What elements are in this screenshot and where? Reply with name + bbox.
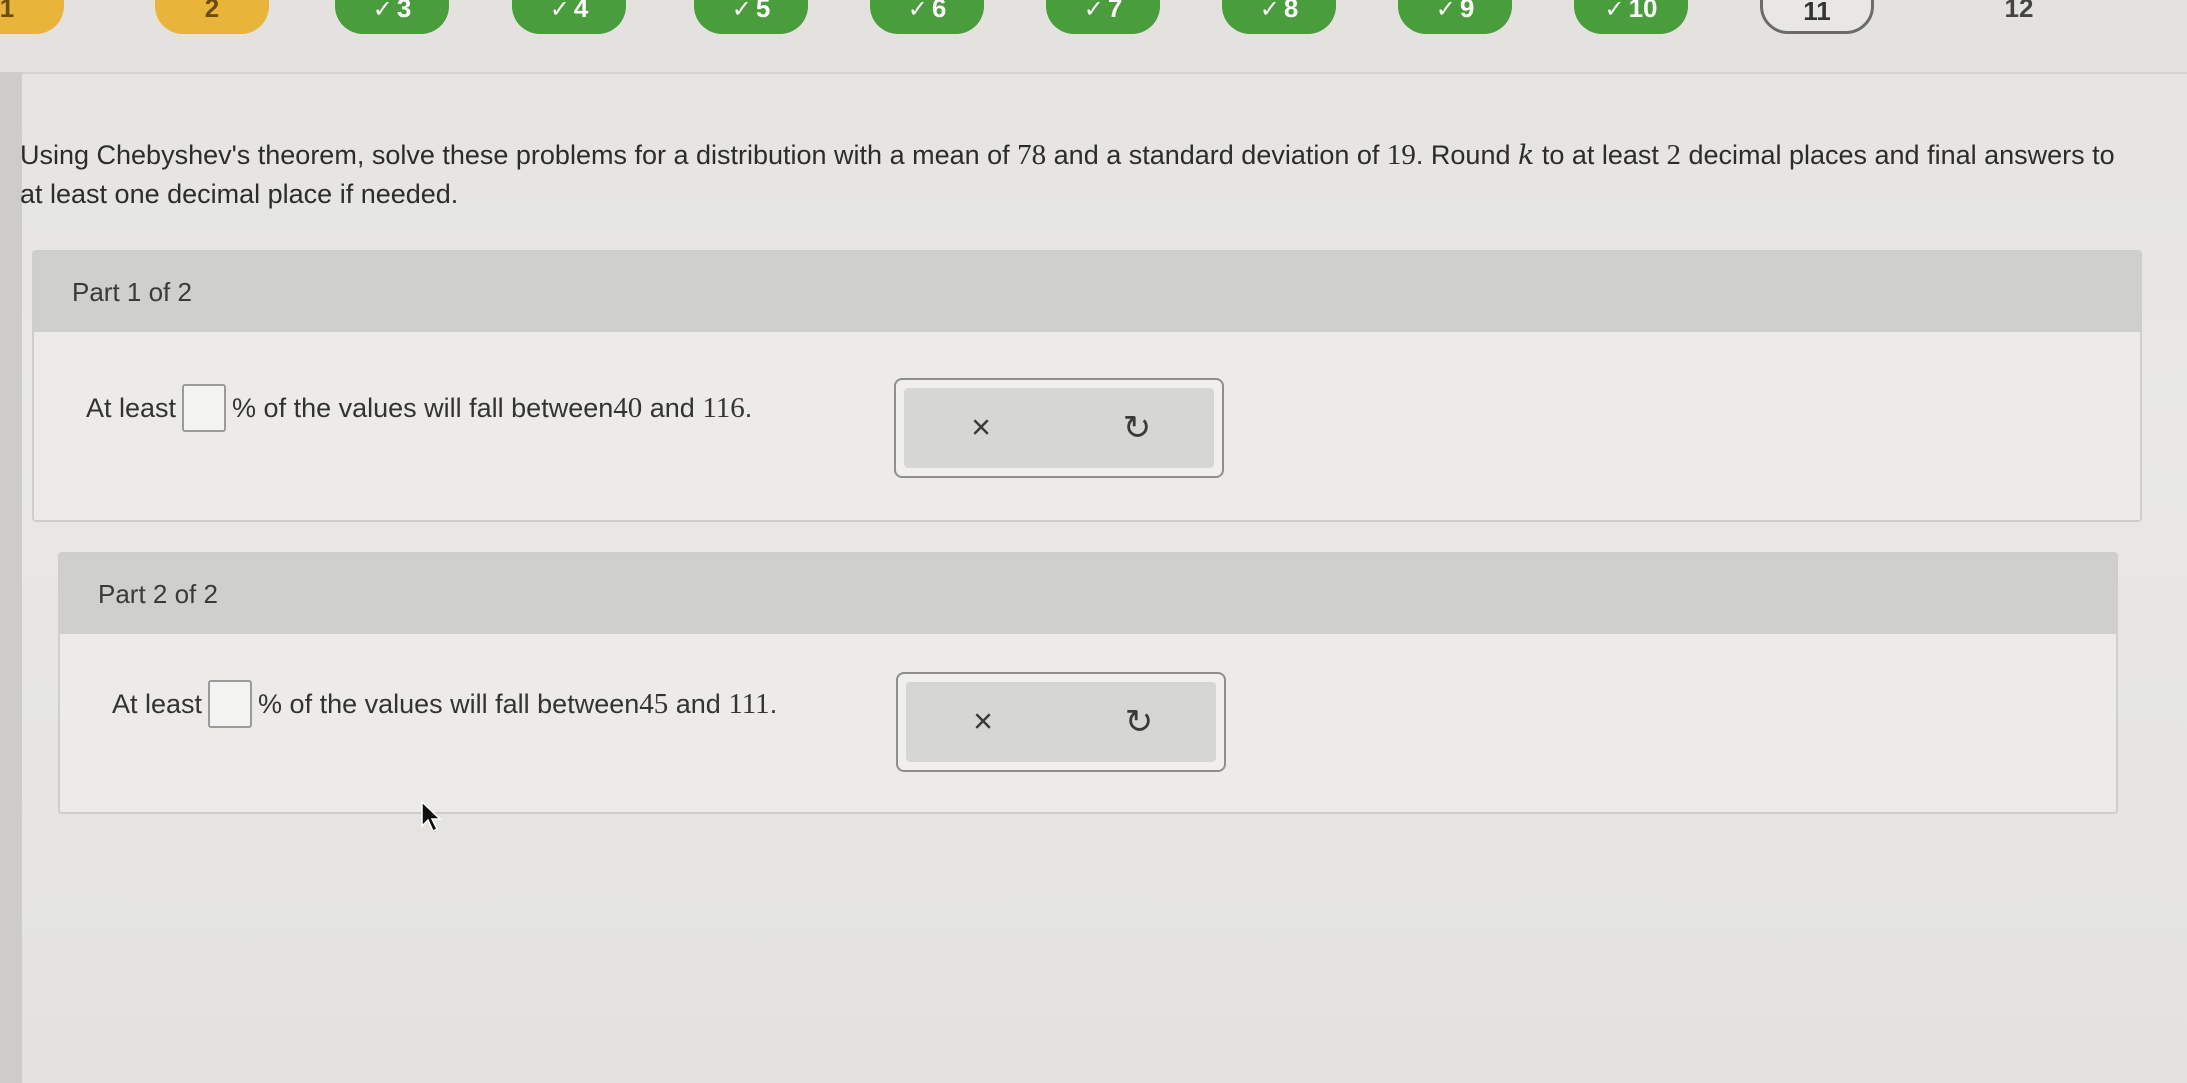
check-icon: ✓	[1435, 0, 1456, 23]
question-9-button[interactable]: ✓ 9	[1398, 0, 1512, 34]
question-nav-bar: 1 2 ✓ 3 ✓ 4 ✓ 5 ✓ 6 ✓ 7 ✓ 8 ✓ 9 ✓ 10 11 12	[0, 0, 2187, 74]
check-icon: ✓	[372, 0, 393, 23]
part-2-and-text: and	[668, 688, 729, 719]
question-7-button[interactable]: ✓ 7	[1046, 0, 1160, 34]
question-4-button[interactable]: ✓ 4	[512, 0, 626, 34]
part-2-low-value: 45	[639, 687, 669, 720]
prompt-text: Using Chebyshev's theorem, solve these p…	[20, 140, 1018, 170]
part-1-panel: Part 1 of 2 At least % of the values wil…	[32, 250, 2142, 522]
question-5-label: 5	[755, 0, 771, 23]
part-1-lead-text: At least	[86, 392, 177, 423]
question-8-label: 8	[1283, 0, 1299, 23]
question-9-label: 9	[1459, 0, 1475, 23]
part-2-tail-text: % of the values will fall between	[258, 688, 640, 719]
question-6-label: 6	[931, 0, 947, 23]
question-12-label: 12	[2004, 0, 2034, 23]
part-1-tail-text: % of the values will fall between	[232, 392, 614, 423]
part-1-answer-input[interactable]	[182, 384, 227, 432]
problem-statement: Using Chebyshev's theorem, solve these p…	[20, 136, 2140, 213]
undo-icon[interactable]: ↻	[1125, 702, 1154, 742]
part-1-low-value: 40	[613, 391, 643, 424]
part-2-high-value: 111	[728, 687, 770, 720]
decimal-places-value: 2	[1666, 139, 1681, 171]
question-8-button[interactable]: ✓ 8	[1222, 0, 1336, 34]
part-1-and-text: and	[642, 392, 703, 423]
part-2-period: .	[769, 688, 778, 719]
part-1-question: At least % of the values will fall betwe…	[86, 384, 752, 432]
part-1-header: Part 1 of 2	[34, 252, 2140, 332]
check-icon: ✓	[549, 0, 570, 23]
question-10-button[interactable]: ✓ 10	[1574, 0, 1688, 34]
question-6-button[interactable]: ✓ 6	[870, 0, 984, 34]
question-7-label: 7	[1107, 0, 1123, 23]
k-variable: k	[1517, 140, 1535, 171]
question-11-button[interactable]: 11	[1760, 0, 1874, 34]
standard-deviation-value: 19	[1386, 139, 1416, 171]
question-3-button[interactable]: ✓ 3	[335, 0, 449, 34]
question-3-label: 3	[396, 0, 412, 23]
part-2-lead-text: At least	[112, 688, 203, 719]
part-2-action-bar: × ↻	[906, 682, 1216, 762]
question-4-label: 4	[573, 0, 589, 23]
prompt-text: to at least	[1534, 140, 1667, 170]
mouse-cursor-icon	[421, 800, 442, 833]
part-1-action-card: × ↻	[894, 378, 1224, 478]
check-icon: ✓	[1259, 0, 1280, 23]
part-2-header: Part 2 of 2	[60, 554, 2116, 634]
clear-icon[interactable]: ×	[971, 409, 991, 448]
part-2-panel: Part 2 of 2 At least % of the values wil…	[58, 552, 2118, 814]
prompt-text: and a standard deviation of	[1046, 140, 1387, 170]
page-left-edge	[0, 72, 22, 1083]
part-2-answer-input[interactable]	[208, 680, 253, 728]
question-5-button[interactable]: ✓ 5	[694, 0, 808, 34]
part-2-question: At least % of the values will fall betwe…	[112, 680, 777, 728]
check-icon: ✓	[907, 0, 928, 23]
undo-icon[interactable]: ↻	[1123, 408, 1152, 448]
check-icon: ✓	[1604, 0, 1625, 23]
part-1-high-value: 116	[702, 391, 745, 424]
question-12-button[interactable]: 12	[1962, 0, 2076, 34]
clear-icon[interactable]: ×	[973, 703, 993, 742]
part-1-action-bar: × ↻	[904, 388, 1214, 468]
question-1-label: 1	[0, 0, 15, 23]
question-1-button[interactable]: 1	[0, 0, 64, 34]
part-2-action-card: × ↻	[896, 672, 1226, 772]
question-2-label: 2	[204, 0, 220, 23]
question-11-label: 11	[1803, 0, 1831, 26]
prompt-text: . Round	[1415, 140, 1518, 170]
check-icon: ✓	[1083, 0, 1104, 23]
question-10-label: 10	[1628, 0, 1658, 23]
check-icon: ✓	[731, 0, 752, 23]
question-2-button[interactable]: 2	[155, 0, 269, 34]
mean-value: 78	[1017, 139, 1047, 171]
part-1-period: .	[744, 392, 753, 423]
